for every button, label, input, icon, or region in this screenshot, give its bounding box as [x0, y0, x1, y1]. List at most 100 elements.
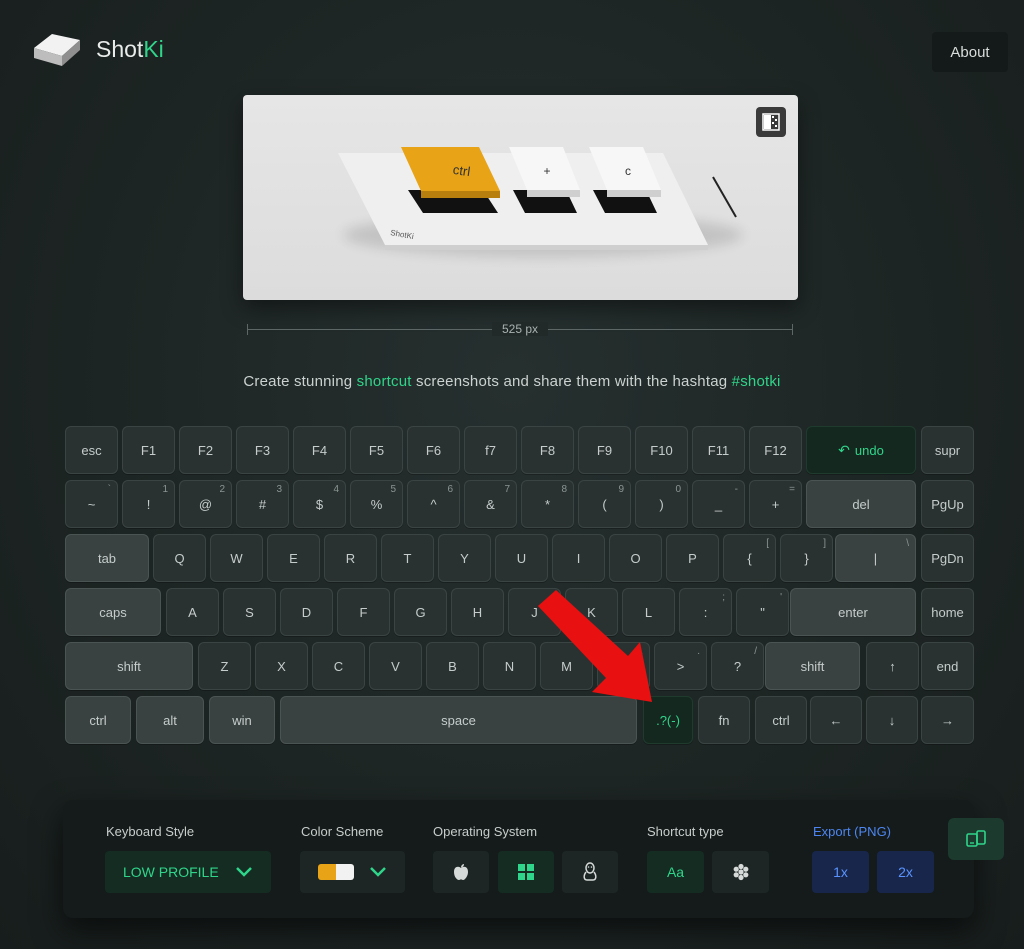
key-home[interactable]: home [921, 588, 974, 636]
key-quote[interactable]: " ' [736, 588, 789, 636]
key-s[interactable]: S [223, 588, 276, 636]
key-alt[interactable]: alt [136, 696, 204, 744]
key-brace-open[interactable]: {[ [723, 534, 776, 582]
key-ctrl[interactable]: ctrl [755, 696, 807, 744]
key-f10[interactable]: F10 [635, 426, 688, 474]
key-less-than[interactable]: <, [597, 642, 650, 690]
key-h[interactable]: H [451, 588, 504, 636]
key-z[interactable]: Z [198, 642, 251, 690]
key-arrow-left[interactable]: ← [810, 696, 862, 744]
key-dollar[interactable]: $4 [293, 480, 346, 528]
key-tab[interactable]: tab [65, 534, 149, 582]
key-f5[interactable]: F5 [350, 426, 403, 474]
key-ampersand[interactable]: & 7 [464, 480, 517, 528]
export-2x-button[interactable]: 2x [877, 851, 934, 893]
shortcut-type-icon-button[interactable] [712, 851, 769, 893]
key-v[interactable]: V [369, 642, 422, 690]
key-f1[interactable]: F1 [122, 426, 175, 474]
key-e[interactable]: E [267, 534, 320, 582]
key-plus[interactable]: + = [749, 480, 802, 528]
key-f7[interactable]: f7 [464, 426, 517, 474]
key-q[interactable]: Q [153, 534, 206, 582]
export-1x-label: 1x [833, 864, 848, 880]
key-label: M [561, 658, 572, 674]
key-space[interactable]: space [280, 696, 637, 744]
key-underscore[interactable]: _ - [692, 480, 745, 528]
key-win[interactable]: win [209, 696, 275, 744]
key-del[interactable]: del [806, 480, 916, 528]
key-f3[interactable]: F3 [236, 426, 289, 474]
key-f6[interactable]: F6 [407, 426, 460, 474]
key-arrow-right[interactable]: → [921, 696, 974, 744]
key-percent[interactable]: % 5 [350, 480, 403, 528]
key-d[interactable]: D [280, 588, 333, 636]
os-linux-button[interactable] [562, 851, 618, 893]
key-f4[interactable]: F4 [293, 426, 346, 474]
key-pipe[interactable]: | \ [835, 534, 916, 582]
key-ctrl[interactable]: ctrl [65, 696, 131, 744]
key-at[interactable]: @2 [179, 480, 232, 528]
key-enter[interactable]: enter [790, 588, 916, 636]
key-m[interactable]: M [540, 642, 593, 690]
key-arrow-up[interactable]: ↑ [866, 642, 919, 690]
key-shift[interactable]: shift [765, 642, 860, 690]
keyboard-style-select[interactable]: LOW PROFILE [105, 851, 271, 893]
key-label: E [289, 550, 298, 566]
key-exclaim[interactable]: ! 1 [122, 480, 175, 528]
key-j[interactable]: J [508, 588, 561, 636]
key-end[interactable]: end [921, 642, 974, 690]
key-y[interactable]: Y [438, 534, 491, 582]
key-f[interactable]: F [337, 588, 390, 636]
key-pgup[interactable]: PgUp [921, 480, 974, 528]
key-f8[interactable]: F8 [521, 426, 574, 474]
key-t[interactable]: T [381, 534, 434, 582]
color-scheme-label: Color Scheme [301, 824, 384, 839]
key-caret[interactable]: ^ 6 [407, 480, 460, 528]
about-button[interactable]: About [932, 32, 1008, 72]
key-paren-open[interactable]: (9 [578, 480, 631, 528]
key-question[interactable]: ? / [711, 642, 764, 690]
key-f12[interactable]: F12 [749, 426, 802, 474]
key-b[interactable]: B [426, 642, 479, 690]
key-i[interactable]: I [552, 534, 605, 582]
color-scheme-select[interactable] [300, 851, 405, 893]
key-shift[interactable]: shift [65, 642, 193, 690]
key-u[interactable]: U [495, 534, 548, 582]
key-greater-than[interactable]: >. [654, 642, 707, 690]
key-brace-close[interactable]: }] [780, 534, 833, 582]
key-caps[interactable]: caps [65, 588, 161, 636]
key-k[interactable]: K [565, 588, 618, 636]
key-tilde[interactable]: ~ ` [65, 480, 118, 528]
export-1x-button[interactable]: 1x [812, 851, 869, 893]
key-c[interactable]: C [312, 642, 365, 690]
key-f2[interactable]: F2 [179, 426, 232, 474]
logo[interactable]: ShotKi [30, 30, 164, 68]
key-colon[interactable]: :; [679, 588, 732, 636]
key-g[interactable]: G [394, 588, 447, 636]
key-fn[interactable]: fn [698, 696, 750, 744]
key-punctuation[interactable]: .?(-) [643, 696, 693, 744]
key-x[interactable]: X [255, 642, 308, 690]
os-windows-button[interactable] [498, 851, 554, 893]
key-l[interactable]: L [622, 588, 675, 636]
key-undo[interactable]: ↶ undo [806, 426, 916, 474]
shortcut-type-text-button[interactable]: Aa [647, 851, 704, 893]
key-w[interactable]: W [210, 534, 263, 582]
key-o[interactable]: O [609, 534, 662, 582]
key-r[interactable]: R [324, 534, 377, 582]
key-f11[interactable]: F11 [692, 426, 745, 474]
key-pgdn[interactable]: PgDn [921, 534, 974, 582]
key-n[interactable]: N [483, 642, 536, 690]
key-p[interactable]: P [666, 534, 719, 582]
key-esc[interactable]: esc [65, 426, 118, 474]
key-hash[interactable]: #3 [236, 480, 289, 528]
share-device-button[interactable] [948, 818, 1004, 860]
key-arrow-down[interactable]: ↓ [866, 696, 918, 744]
key-label: * [544, 496, 551, 512]
key-a[interactable]: A [166, 588, 219, 636]
key-supr[interactable]: supr [921, 426, 974, 474]
key-f9[interactable]: F9 [578, 426, 631, 474]
os-apple-button[interactable] [433, 851, 489, 893]
key-paren-close[interactable]: ) 0 [635, 480, 688, 528]
key-asterisk[interactable]: * 8 [521, 480, 574, 528]
